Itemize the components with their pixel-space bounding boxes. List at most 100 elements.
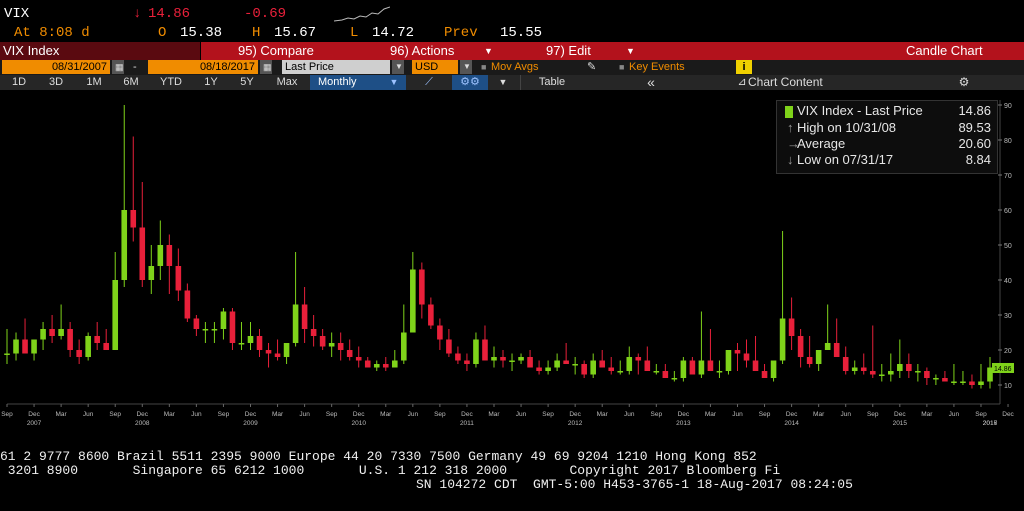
candle-body (40, 329, 46, 340)
candle-body (301, 304, 308, 329)
candle-body (824, 343, 831, 350)
actions-dropdown-icon[interactable]: ▼ (484, 46, 493, 56)
candle-body (869, 371, 876, 375)
high-label: H (252, 25, 261, 41)
tab-1y[interactable]: 1Y (194, 75, 228, 90)
pencil-icon[interactable]: ✎ (584, 60, 602, 74)
x-tick-label: Dec (245, 411, 257, 418)
x-tick-label: Jun (949, 411, 960, 418)
gear-icon[interactable]: ⚙ (954, 75, 974, 90)
legend-high-value: 89.53 (958, 120, 991, 135)
legend-series: VIX Index - Last Price (797, 103, 923, 118)
collapse-button[interactable]: « (640, 75, 662, 90)
candle-body (554, 360, 560, 368)
low-label: L (350, 25, 359, 41)
candle-body (76, 350, 82, 357)
candle-body (888, 371, 894, 375)
x-tick-label: Jun (840, 411, 851, 418)
x-tick-label: Dec (353, 411, 365, 418)
price-field-select[interactable]: Last Price (282, 60, 390, 74)
dropdown-icon[interactable]: ▼ (460, 60, 472, 74)
info-icon[interactable]: i (736, 60, 752, 74)
candle-body (310, 329, 317, 336)
legend-series-value: 14.86 (958, 103, 991, 118)
last-price: 14.86 (148, 6, 191, 22)
x-tick-label: Mar (597, 411, 609, 418)
candle-body (346, 350, 353, 357)
candle-body (536, 367, 542, 371)
candle-body (725, 350, 732, 371)
candle-body (148, 266, 155, 280)
checkbox-icon[interactable]: ■ (616, 60, 626, 74)
legend-low-label: Low on 07/31/17 (797, 152, 894, 167)
tab-6m[interactable]: 6M (114, 75, 148, 90)
tab-1m[interactable]: 1M (76, 75, 112, 90)
x-tick-label: Dec (28, 411, 40, 418)
mov-avgs-toggle[interactable]: Mov Avgs (488, 60, 568, 74)
candle-body (969, 381, 975, 385)
candle-body (382, 364, 389, 368)
x-tick-label: Mar (380, 411, 392, 418)
settings-toggle-icon[interactable]: ⚙⚙ (452, 75, 488, 90)
candle-body (319, 336, 326, 347)
candle-body (437, 325, 443, 340)
tab-3d[interactable]: 3D (38, 75, 74, 90)
edit-button[interactable]: 97) Edit (546, 43, 591, 58)
currency-field[interactable]: USD (412, 60, 458, 74)
candle-body (419, 269, 425, 305)
start-date-field[interactable]: 08/31/2007 (2, 60, 110, 74)
candle-body (337, 343, 344, 350)
low-value: 14.72 (372, 25, 415, 41)
candle-body (942, 378, 948, 382)
actions-button[interactable]: 96) Actions (390, 43, 454, 58)
tab-5y[interactable]: 5Y (230, 75, 264, 90)
last-price-tag-label: 14.86 (994, 366, 1012, 373)
candle-body (428, 304, 434, 326)
checkbox-icon[interactable]: ■ (478, 60, 488, 74)
compare-button[interactable]: 95) Compare (238, 43, 314, 58)
edit-dropdown-icon[interactable]: ▼ (626, 46, 635, 56)
candle-body (734, 350, 741, 354)
price-change: -0.69 (244, 6, 287, 22)
calendar-icon[interactable]: ▦ (260, 60, 272, 74)
candle-body (833, 343, 840, 357)
candle-body (978, 381, 984, 385)
calendar-icon[interactable]: ▦ (112, 60, 124, 74)
candle-body (247, 336, 254, 343)
candle-body (815, 350, 822, 364)
y-tick-label: 80 (1004, 138, 1012, 145)
candle-body (22, 339, 28, 354)
candle-body (4, 353, 10, 355)
x-year-label: 2007 (27, 420, 42, 427)
x-tick-label: Mar (488, 411, 500, 418)
chart-content-button[interactable]: Chart Content (748, 75, 858, 90)
x-tick-label: Mar (813, 411, 825, 418)
candle-body (797, 336, 804, 357)
dropdown-icon[interactable]: ▼ (392, 60, 404, 74)
table-button[interactable]: Table (520, 75, 583, 90)
candle-body (103, 343, 109, 350)
x-tick-label: Dec (894, 411, 906, 418)
candle-body (635, 357, 642, 361)
x-tick-label: Mar (705, 411, 717, 418)
tab-1d[interactable]: 1D (2, 75, 36, 90)
footer-contacts-2: 3201 8900 Singapore 65 6212 1000 U.S. 1 … (0, 463, 781, 478)
candle-body (373, 364, 380, 368)
x-tick-label: Sep (218, 411, 230, 418)
x-tick-label: Jun (299, 411, 310, 418)
x-tick-label: Dec (136, 411, 148, 418)
dropdown-icon[interactable]: ▼ (494, 75, 512, 90)
candle-body (446, 339, 452, 354)
key-events-toggle[interactable]: Key Events (626, 60, 706, 74)
legend-avg-value: 20.60 (958, 136, 991, 151)
candle-body (545, 367, 551, 371)
end-date-field[interactable]: 08/18/2017 (148, 60, 258, 74)
tab-ytd[interactable]: YTD (150, 75, 192, 90)
x-tick-label: Sep (542, 411, 554, 418)
x-tick-label: Jun (516, 411, 527, 418)
tab-max[interactable]: Max (266, 75, 308, 90)
candle-body (166, 245, 173, 266)
period-dropdown-icon[interactable]: ▼ (384, 75, 404, 90)
candle-body (518, 357, 524, 361)
line-chart-icon[interactable]: ⟋ (418, 75, 440, 90)
